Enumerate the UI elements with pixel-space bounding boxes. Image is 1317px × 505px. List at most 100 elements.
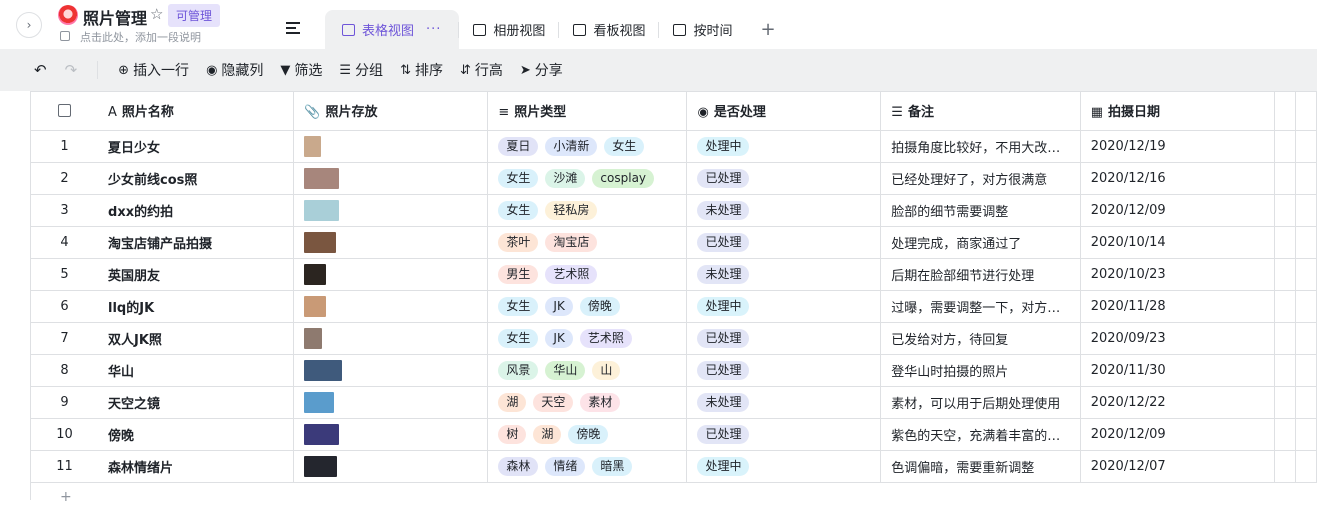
row-height-button[interactable]: ⇵ 行高 — [460, 60, 503, 80]
photo-type-cell[interactable]: 湖天空 素材 — [487, 386, 688, 419]
column-header[interactable]: A 照片名称 — [98, 92, 295, 131]
share-button[interactable]: ➤ 分享 — [520, 60, 563, 80]
photo-name-cell[interactable]: 英国朋友 — [98, 258, 295, 291]
status-cell[interactable]: 已处理 — [686, 418, 882, 451]
date-cell[interactable]: 2020/09/23 — [1080, 322, 1275, 355]
photo-attachment-cell[interactable] — [293, 322, 489, 355]
photo-attachment-cell[interactable] — [293, 386, 489, 419]
photo-thumbnail[interactable] — [304, 359, 343, 381]
photo-name-cell[interactable]: 森林情绪片 — [98, 450, 295, 483]
status-cell[interactable]: 已处理 — [686, 226, 882, 259]
date-cell[interactable]: 2020/10/23 — [1080, 258, 1275, 291]
photo-type-cell[interactable]: 树湖傍晚 — [487, 418, 688, 451]
photo-type-cell[interactable]: 夏日 小清新 女生 — [487, 130, 688, 163]
table-row[interactable]: 7 双人JK照 女生 JK 艺术照 已处理 已发给对方，待回复 2020/09/23 — [31, 322, 1317, 355]
table-row[interactable]: 10 傍晚树湖傍晚 已处理 紫色的天空，充满着丰富的… 2020/12/09 — [31, 418, 1317, 451]
tab-gallery[interactable]: 相册视图 — [459, 10, 560, 49]
select-all-cell[interactable] — [31, 92, 99, 131]
column-header[interactable]: ▦ 拍摄日期 — [1080, 92, 1275, 131]
note-cell[interactable]: 登华山时拍摄的照片 — [880, 354, 1081, 387]
photo-type-cell[interactable]: 风景 华山山 — [487, 354, 688, 387]
menu-icon[interactable] — [286, 22, 300, 37]
note-cell[interactable]: 拍摄角度比较好，不用大改… — [880, 130, 1081, 163]
photo-thumbnail[interactable] — [304, 455, 338, 477]
photo-type-cell[interactable]: 男生 艺术照 — [487, 258, 688, 291]
status-cell[interactable]: 已处理 — [686, 354, 882, 387]
undo-icon[interactable]: ↶ — [34, 61, 47, 79]
table-row[interactable]: 8 华山 风景 华山山已处理 登华山时拍摄的照片 2020/11/30 — [31, 354, 1317, 387]
status-cell[interactable]: 未处理 — [686, 386, 882, 419]
note-cell[interactable]: 后期在脸部细节进行处理 — [880, 258, 1081, 291]
photo-thumbnail[interactable] — [304, 135, 322, 157]
note-cell[interactable]: 色调偏暗，需要重新调整 — [880, 450, 1081, 483]
add-view-icon[interactable]: + — [746, 10, 789, 49]
table-row[interactable]: 9 天空之镜湖天空 素材 未处理 素材，可以用于后期处理使用 2020/12/22 — [31, 386, 1317, 419]
photo-thumbnail[interactable] — [304, 199, 340, 221]
sort-button[interactable]: ⇅ 排序 — [400, 60, 443, 80]
photo-attachment-cell[interactable] — [293, 130, 489, 163]
table-row[interactable]: 3 dxx的约拍 女生 轻私房 未处理 脸部的细节需要调整 2020/12/09 — [31, 194, 1317, 227]
note-cell[interactable]: 素材，可以用于后期处理使用 — [880, 386, 1081, 419]
group-button[interactable]: ☰ 分组 — [339, 60, 383, 80]
photo-attachment-cell[interactable] — [293, 354, 489, 387]
photo-name-cell[interactable]: 淘宝店铺产品拍摄 — [98, 226, 295, 259]
status-cell[interactable]: 已处理 — [686, 162, 882, 195]
photo-thumbnail[interactable] — [304, 167, 340, 189]
photo-name-cell[interactable]: 少女前线cos照 — [98, 162, 295, 195]
status-cell[interactable]: 未处理 — [686, 194, 882, 227]
tab-table[interactable]: 表格视图 ··· — [325, 10, 460, 49]
select-all-checkbox[interactable] — [58, 104, 71, 118]
date-cell[interactable]: 2020/11/28 — [1080, 290, 1275, 323]
status-cell[interactable]: 已处理 — [686, 322, 882, 355]
photo-type-cell[interactable]: 森林 情绪 暗黑 — [487, 450, 688, 483]
table-row[interactable]: 4 淘宝店铺产品拍摄 茶叶 淘宝店 已处理 处理完成，商家通过了 2020/10/14 — [31, 226, 1317, 259]
date-cell[interactable]: 2020/12/22 — [1080, 386, 1275, 419]
photo-thumbnail[interactable] — [304, 263, 327, 285]
note-cell[interactable]: 紫色的天空，充满着丰富的… — [880, 418, 1081, 451]
photo-name-cell[interactable]: llq的JK — [98, 290, 295, 323]
column-header[interactable]: ☰ 备注 — [880, 92, 1081, 131]
photo-thumbnail[interactable] — [304, 423, 340, 445]
photo-attachment-cell[interactable] — [293, 258, 489, 291]
date-cell[interactable]: 2020/12/09 — [1080, 194, 1275, 227]
photo-name-cell[interactable]: 双人JK照 — [98, 322, 295, 355]
photo-attachment-cell[interactable] — [293, 226, 489, 259]
description-field[interactable]: 点击此处，添加一段说明 — [80, 29, 201, 45]
status-cell[interactable]: 处理中 — [686, 130, 882, 163]
date-cell[interactable]: 2020/12/16 — [1080, 162, 1275, 195]
more-icon[interactable]: ··· — [426, 22, 441, 37]
note-cell[interactable]: 脸部的细节需要调整 — [880, 194, 1081, 227]
redo-icon[interactable]: ↷ — [65, 61, 78, 79]
table-row[interactable]: 11 森林情绪片 森林 情绪 暗黑 处理中 色调偏暗，需要重新调整 2020/12/07 — [31, 450, 1317, 483]
photo-type-cell[interactable]: 女生 JK 艺术照 — [487, 322, 688, 355]
note-cell[interactable]: 过曝，需要调整一下，对方… — [880, 290, 1081, 323]
photo-attachment-cell[interactable] — [293, 450, 489, 483]
table-row[interactable]: 1 夏日少女 夏日 小清新 女生 处理中 拍摄角度比较好，不用大改… 2020/12/19 — [31, 130, 1317, 163]
table-row[interactable]: 2 少女前线cos照 女生 沙滩 cosplay 已处理 已经处理好了，对方很满意 2020/… — [31, 162, 1317, 195]
photo-attachment-cell[interactable] — [293, 418, 489, 451]
date-cell[interactable]: 2020/12/09 — [1080, 418, 1275, 451]
status-cell[interactable]: 未处理 — [686, 258, 882, 291]
date-cell[interactable]: 2020/11/30 — [1080, 354, 1275, 387]
status-cell[interactable]: 处理中 — [686, 290, 882, 323]
column-header[interactable]: ◉ 是否处理 — [686, 92, 882, 131]
photo-thumbnail[interactable] — [304, 295, 327, 317]
date-cell[interactable]: 2020/12/19 — [1080, 130, 1275, 163]
date-cell[interactable]: 2020/10/14 — [1080, 226, 1275, 259]
permission-badge[interactable]: 可管理 — [168, 4, 221, 27]
photo-type-cell[interactable]: 女生 JK 傍晚 — [487, 290, 688, 323]
photo-attachment-cell[interactable] — [293, 162, 489, 195]
table-row[interactable]: 6 llq的JK 女生 JK 傍晚 处理中 过曝，需要调整一下，对方… 2020/11/28 — [31, 290, 1317, 323]
add-column-cell[interactable] — [1295, 92, 1317, 131]
hide-columns-button[interactable]: ◉ 隐藏列 — [206, 60, 263, 80]
tab-timeline[interactable]: 按时间 — [659, 10, 746, 49]
expand-sidebar-icon[interactable]: › — [16, 12, 42, 38]
photo-thumbnail[interactable] — [304, 231, 337, 253]
date-cell[interactable]: 2020/12/07 — [1080, 450, 1275, 483]
star-icon[interactable]: ☆ — [150, 5, 163, 23]
photo-type-cell[interactable]: 女生 轻私房 — [487, 194, 688, 227]
tab-kanban[interactable]: 看板视图 — [559, 10, 660, 49]
photo-attachment-cell[interactable] — [293, 290, 489, 323]
column-header[interactable]: 📎 照片存放 — [293, 92, 489, 131]
column-header[interactable]: ≡ 照片类型 — [487, 92, 688, 131]
